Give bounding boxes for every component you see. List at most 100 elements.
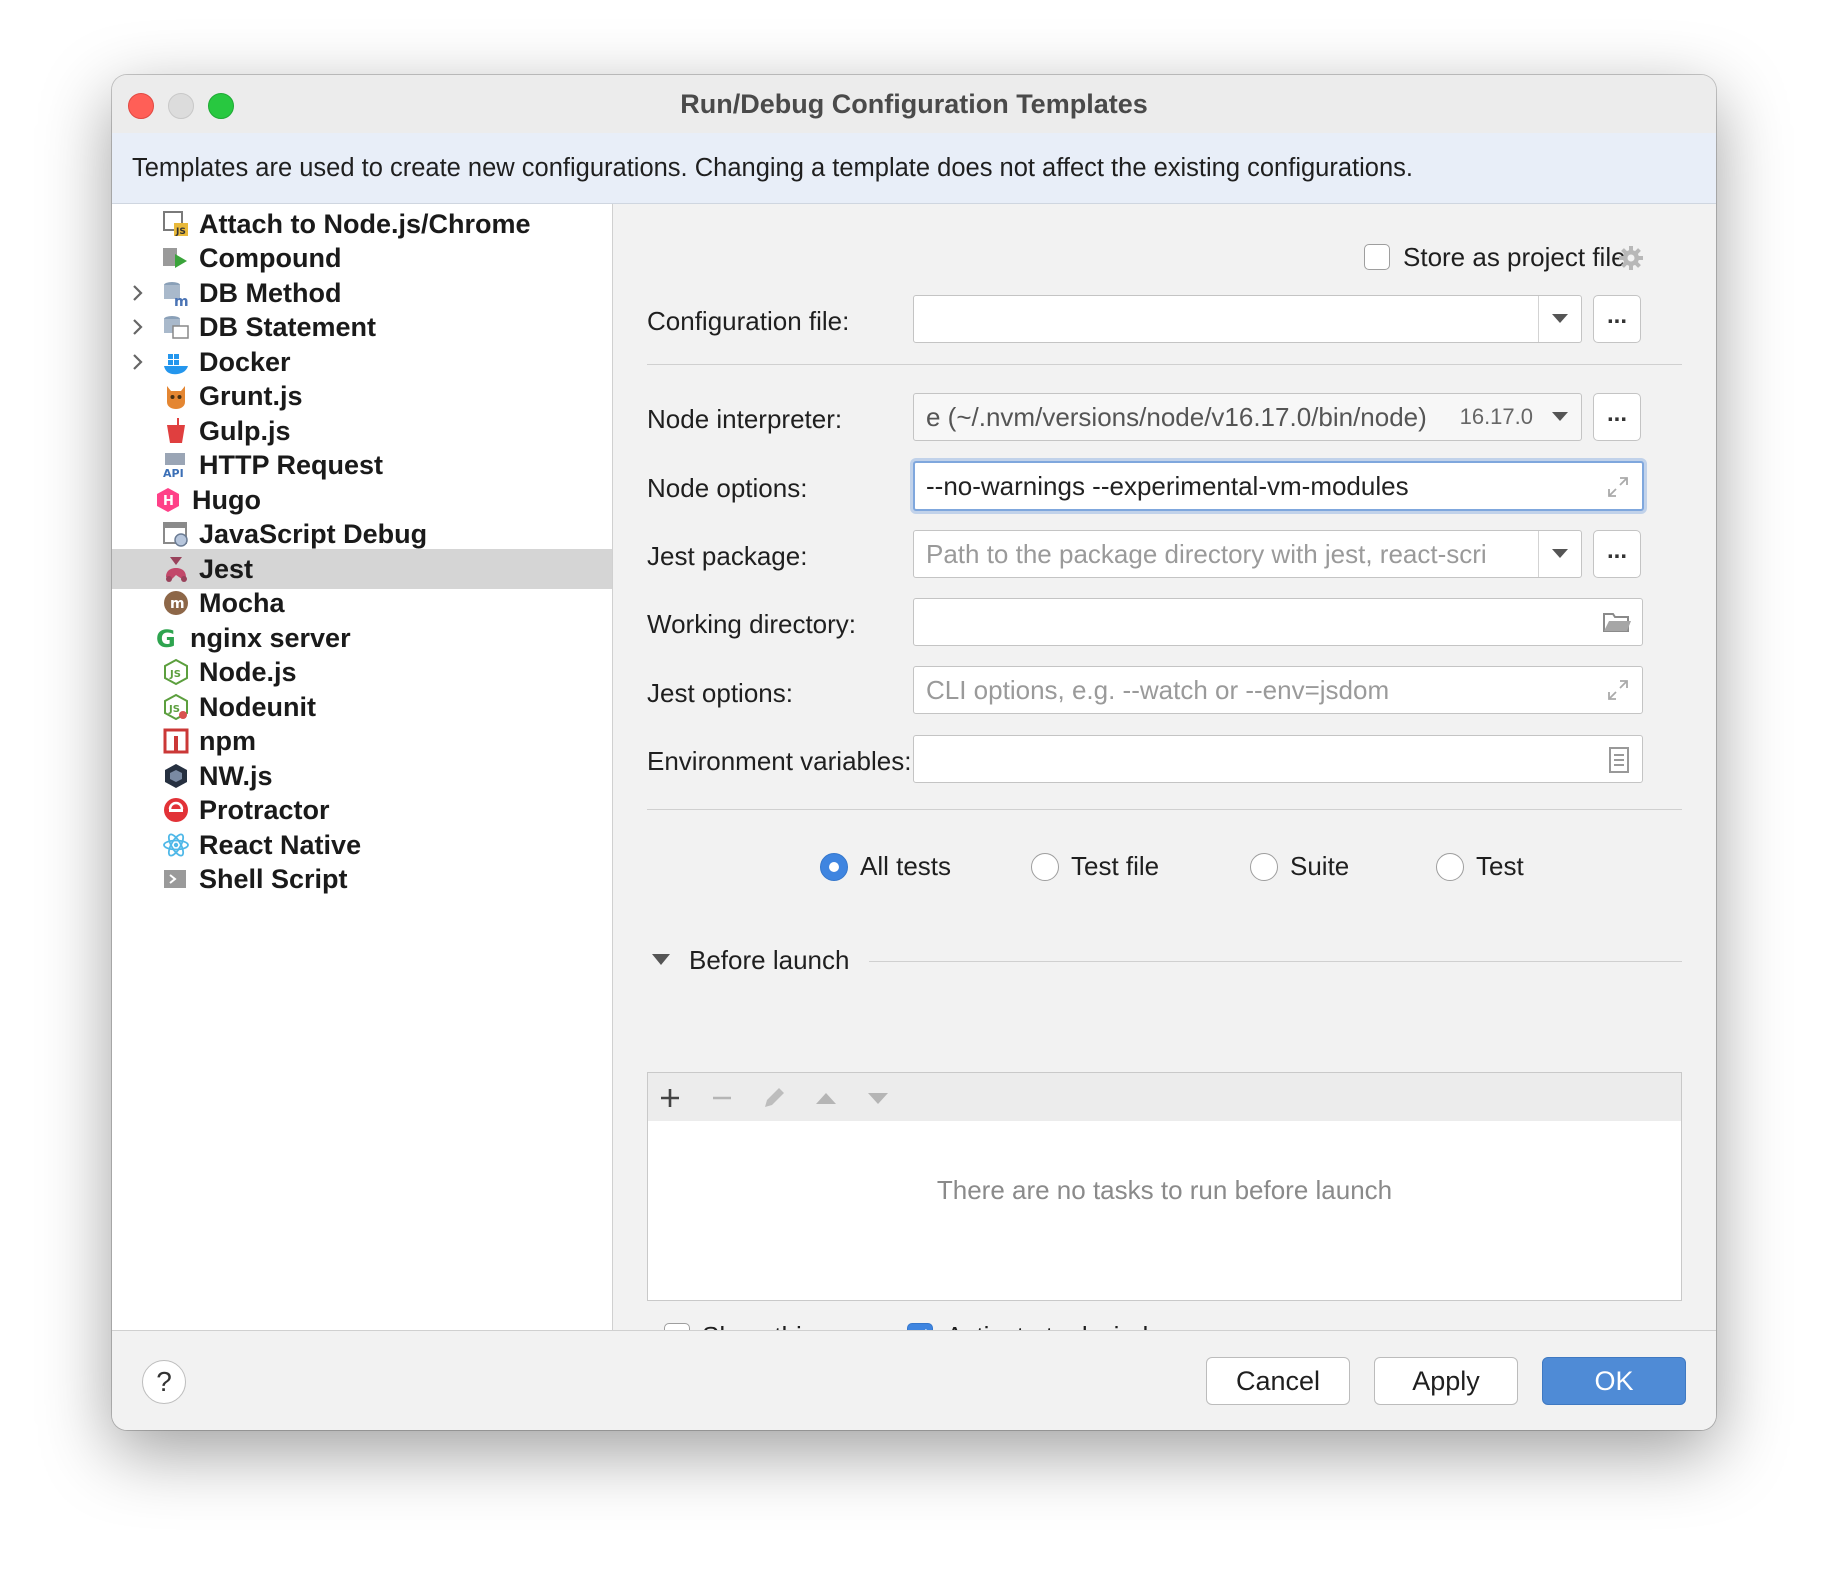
tree-item-label: JavaScript Debug <box>199 519 428 549</box>
jest-icon <box>162 555 190 583</box>
tree-item-compound[interactable]: Compound <box>112 238 612 278</box>
radio-all-tests[interactable] <box>820 853 848 881</box>
dropdown-arrow-icon[interactable] <box>1538 296 1581 342</box>
minimize-window-button[interactable] <box>168 93 194 119</box>
tree-item-npm[interactable]: npm <box>112 721 612 761</box>
chevron-right-icon[interactable] <box>126 279 150 307</box>
radio-suite-label: Suite <box>1290 851 1350 881</box>
svg-text:API: API <box>163 467 184 479</box>
jest-package-label: Jest package: <box>647 541 808 571</box>
expand-icon[interactable] <box>1606 475 1630 499</box>
dropdown-arrow-icon[interactable] <box>1539 394 1581 440</box>
browse-node-interpreter-button[interactable]: ... <box>1593 393 1641 441</box>
chevron-right-icon[interactable] <box>126 348 150 376</box>
node-interpreter-combo[interactable]: e (~/.nvm/versions/node/v16.17.0/bin/nod… <box>913 393 1582 441</box>
dialog-window: Run/Debug Configuration Templates Templa… <box>112 75 1716 1430</box>
help-button[interactable]: ? <box>142 1360 186 1404</box>
node-options-label: Node options: <box>647 473 808 503</box>
db-method-icon: m <box>162 279 190 310</box>
svg-text:m: m <box>174 294 189 307</box>
svg-text:G: G <box>156 625 176 652</box>
chevron-right-icon[interactable] <box>126 313 150 341</box>
nginx-icon: G <box>154 624 182 653</box>
tree-item-http-request[interactable]: API HTTP Request <box>112 445 612 485</box>
before-launch-task-list[interactable]: There are no tasks to run before launch <box>647 1121 1682 1301</box>
info-banner: Templates are used to create new configu… <box>112 133 1716 204</box>
window-title: Run/Debug Configuration Templates <box>680 89 1148 119</box>
tree-item-shell-script[interactable]: Shell Script <box>112 859 612 899</box>
radio-test-file-label: Test file <box>1071 851 1160 881</box>
radio-test-file[interactable] <box>1031 853 1059 881</box>
close-window-button[interactable] <box>128 93 154 119</box>
separator <box>647 364 1682 365</box>
tree-item-javascript-debug[interactable]: JavaScript Debug <box>112 514 612 554</box>
node-options-field[interactable]: --no-warnings --experimental-vm-modules <box>913 461 1644 511</box>
add-icon[interactable] <box>656 1084 684 1112</box>
javascript-debug-icon <box>162 520 190 548</box>
zoom-window-button[interactable] <box>208 93 234 119</box>
move-down-icon[interactable] <box>864 1084 892 1112</box>
react-native-icon <box>162 831 190 859</box>
config-file-combo[interactable] <box>913 295 1582 343</box>
svg-text:JS: JS <box>168 704 180 715</box>
tree-item-label: Grunt.js <box>199 381 303 411</box>
http-request-icon: API <box>162 451 190 480</box>
tree-item-db-statement[interactable]: DB Statement <box>112 307 612 347</box>
compound-icon <box>162 244 190 272</box>
edit-list-icon[interactable] <box>1608 746 1630 774</box>
tree-item-label: Compound <box>199 243 342 273</box>
grunt-icon <box>162 382 190 410</box>
edit-icon[interactable] <box>760 1084 788 1112</box>
radio-test[interactable] <box>1436 853 1464 881</box>
tree-item-label: HTTP Request <box>199 450 384 480</box>
radio-suite[interactable] <box>1250 853 1278 881</box>
docker-icon <box>162 348 190 376</box>
gulp-icon <box>162 417 190 445</box>
remove-icon[interactable] <box>708 1084 736 1112</box>
tree-item-label: Mocha <box>199 588 285 618</box>
dialog-button-bar: ? Cancel Apply OK <box>112 1330 1716 1430</box>
nodeunit-icon: JS <box>162 693 190 721</box>
nwjs-icon <box>162 762 190 790</box>
db-statement-icon <box>162 313 190 341</box>
folder-icon[interactable] <box>1602 609 1632 635</box>
env-vars-field[interactable] <box>913 735 1643 783</box>
template-settings-panel: Store as project file Configuration file… <box>613 204 1716 1351</box>
ok-button[interactable]: OK <box>1542 1357 1686 1405</box>
expand-icon[interactable] <box>1606 678 1630 702</box>
tree-item-grunt[interactable]: Grunt.js <box>112 376 612 416</box>
hugo-icon: H <box>154 486 182 514</box>
jest-options-field[interactable]: CLI options, e.g. --watch or --env=jsdom <box>913 666 1643 714</box>
shell-script-icon <box>162 865 190 893</box>
apply-button[interactable]: Apply <box>1374 1357 1518 1405</box>
store-as-project-file-label: Store as project file <box>1403 242 1626 272</box>
jest-package-combo[interactable]: Path to the package directory with jest,… <box>913 530 1582 578</box>
store-as-project-file-checkbox[interactable] <box>1364 244 1390 270</box>
tree-item-label: Shell Script <box>199 864 348 894</box>
tree-item-nodejs[interactable]: JS Node.js <box>112 652 612 692</box>
npm-icon <box>162 727 190 755</box>
env-vars-label: Environment variables: <box>647 746 912 776</box>
jest-options-placeholder: CLI options, e.g. --watch or --env=jsdom <box>926 675 1390 705</box>
radio-test-label: Test <box>1476 851 1524 881</box>
attach-nodejs-icon: JS <box>162 210 190 238</box>
jest-package-placeholder: Path to the package directory with jest,… <box>926 539 1487 569</box>
tree-item-label: npm <box>199 726 256 756</box>
cancel-button[interactable]: Cancel <box>1206 1357 1350 1405</box>
title-bar: Run/Debug Configuration Templates <box>112 75 1716 133</box>
tree-item-mocha[interactable]: m Mocha <box>112 583 612 623</box>
before-launch-toolbar <box>647 1072 1682 1122</box>
svg-text:JS: JS <box>169 669 181 680</box>
node-version: 16.17.0 <box>1459 404 1533 429</box>
svg-text:H: H <box>163 494 174 509</box>
nodejs-icon: JS <box>162 658 190 686</box>
browse-jest-package-button[interactable]: ... <box>1593 530 1641 578</box>
working-directory-field[interactable] <box>913 598 1643 646</box>
gear-icon[interactable] <box>1617 244 1645 272</box>
collapse-triangle-icon[interactable] <box>650 952 672 968</box>
tree-item-protractor[interactable]: Protractor <box>112 790 612 830</box>
dropdown-arrow-icon[interactable] <box>1538 531 1581 577</box>
browse-config-file-button[interactable]: ... <box>1593 295 1641 343</box>
tree-item-label: Protractor <box>199 795 330 825</box>
move-up-icon[interactable] <box>812 1084 840 1112</box>
